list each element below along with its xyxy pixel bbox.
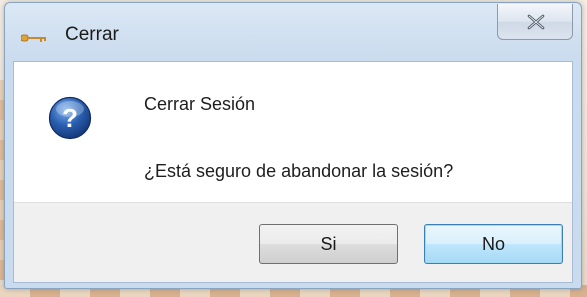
key-icon xyxy=(20,29,47,42)
dialog-window: Cerrar ? Cerrar Sesión ¿Está seguro de a… xyxy=(4,2,582,289)
dialog-message: ¿Está seguro de abandonar la sesión? xyxy=(144,161,454,181)
dialog-heading: Cerrar Sesión xyxy=(144,94,256,114)
close-button[interactable] xyxy=(497,4,573,40)
question-icon: ? xyxy=(48,96,92,140)
window-title: Cerrar xyxy=(65,24,119,45)
dialog-content: ? Cerrar Sesión ¿Está seguro de abandona… xyxy=(14,62,572,202)
yes-button[interactable]: Si xyxy=(259,224,398,264)
svg-text:?: ? xyxy=(62,103,78,133)
title-bar[interactable]: Cerrar xyxy=(5,3,581,61)
close-icon xyxy=(527,14,545,30)
dialog-client-area: ? Cerrar Sesión ¿Está seguro de abandona… xyxy=(13,61,573,283)
dialog-footer: Si No xyxy=(14,202,572,282)
no-button[interactable]: No xyxy=(424,224,563,264)
